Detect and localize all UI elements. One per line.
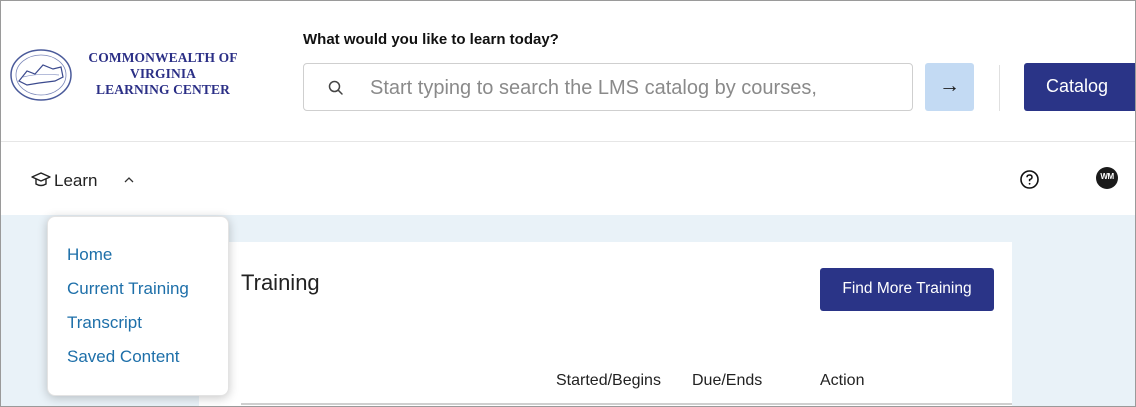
logo[interactable]: COMMONWEALTH OF VIRGINIA LEARNING CENTER xyxy=(9,41,249,111)
avatar-initials: WM xyxy=(1100,172,1114,181)
column-header-due[interactable]: Due/Ends xyxy=(692,372,762,390)
find-more-training-label: Find More Training xyxy=(842,280,972,297)
avatar[interactable]: WM xyxy=(1096,167,1118,189)
header: COMMONWEALTH OF VIRGINIA LEARNING CENTER… xyxy=(1,1,1135,142)
search-submit-button[interactable]: → xyxy=(925,63,974,111)
training-card: Training Find More Training Started/Begi… xyxy=(199,242,1012,406)
learn-label: Learn xyxy=(54,171,98,190)
header-divider xyxy=(999,65,1000,111)
arrow-right-icon: → xyxy=(939,74,960,97)
search-icon xyxy=(328,80,343,95)
page-title: Training xyxy=(241,270,320,295)
logo-line: VIRGINIA xyxy=(129,66,197,81)
catalog-label: Catalog xyxy=(1046,76,1109,96)
search-box[interactable] xyxy=(303,63,913,111)
column-header-started[interactable]: Started/Begins xyxy=(556,372,661,390)
graduation-cap-icon xyxy=(31,172,51,187)
help-circle-icon[interactable] xyxy=(1019,169,1040,190)
top-nav: Learn WM xyxy=(1,143,1135,215)
chevron-up-icon xyxy=(124,177,134,183)
search-prompt: What would you like to learn today? xyxy=(303,31,559,48)
menu-item-current-training[interactable]: Current Training xyxy=(67,279,189,299)
search-input[interactable] xyxy=(370,74,900,102)
learn-dropdown-menu: Home Current Training Transcript Saved C… xyxy=(47,216,229,396)
logo-text: COMMONWEALTH OF VIRGINIA LEARNING CENTER xyxy=(75,50,251,98)
virginia-seal-icon xyxy=(10,49,72,101)
find-more-training-button[interactable]: Find More Training xyxy=(820,268,994,311)
catalog-button[interactable]: Catalog xyxy=(1024,63,1135,111)
menu-item-home[interactable]: Home xyxy=(67,245,112,265)
column-header-action: Action xyxy=(820,372,865,389)
menu-item-saved-content[interactable]: Saved Content xyxy=(67,347,179,367)
menu-item-transcript[interactable]: Transcript xyxy=(67,313,142,333)
logo-line: LEARNING CENTER xyxy=(96,82,230,97)
table-header-divider xyxy=(241,403,1012,405)
app-frame: COMMONWEALTH OF VIRGINIA LEARNING CENTER… xyxy=(0,0,1136,407)
logo-line: COMMONWEALTH OF xyxy=(88,50,238,65)
